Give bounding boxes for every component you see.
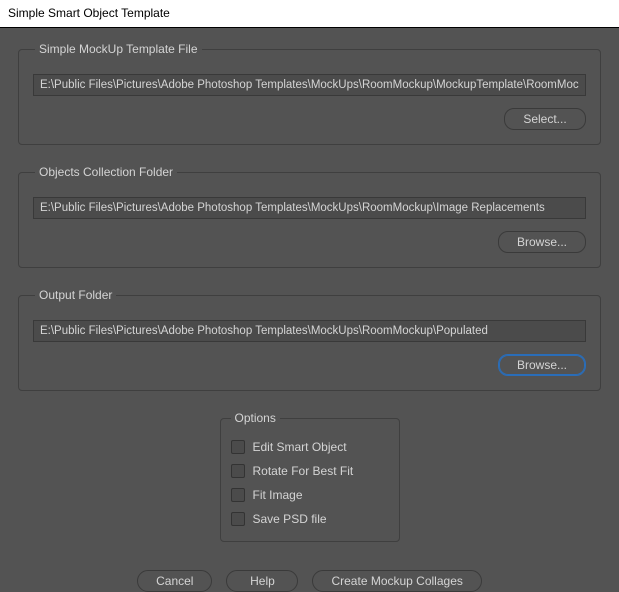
cancel-button[interactable]: Cancel [137, 570, 212, 592]
output-folder-group: Output Folder Browse... [18, 288, 601, 391]
collection-folder-legend: Objects Collection Folder [35, 165, 177, 179]
output-folder-path-input[interactable] [33, 320, 586, 342]
checkbox-save-psd[interactable] [231, 512, 245, 526]
label-rotate-best-fit[interactable]: Rotate For Best Fit [253, 464, 354, 478]
template-file-group: Simple MockUp Template File Select... [18, 42, 601, 145]
collection-folder-group: Objects Collection Folder Browse... [18, 165, 601, 268]
label-edit-smart-object[interactable]: Edit Smart Object [253, 440, 347, 454]
create-mockup-collages-button[interactable]: Create Mockup Collages [312, 570, 481, 592]
options-group: Options Edit Smart Object Rotate For Bes… [220, 411, 400, 542]
browse-collection-button[interactable]: Browse... [498, 231, 586, 253]
checkbox-fit-image[interactable] [231, 488, 245, 502]
dialog-content: Simple MockUp Template File Select... Ob… [0, 28, 619, 590]
output-button-row: Browse... [33, 354, 586, 376]
dialog-window: Simple Smart Object Template Simple Mock… [0, 0, 619, 590]
window-title: Simple Smart Object Template [8, 6, 170, 20]
option-row-rotate-best-fit: Rotate For Best Fit [231, 459, 389, 483]
checkbox-edit-smart-object[interactable] [231, 440, 245, 454]
option-row-save-psd: Save PSD file [231, 507, 389, 531]
label-fit-image[interactable]: Fit Image [253, 488, 303, 502]
option-row-fit-image: Fit Image [231, 483, 389, 507]
template-file-path-input[interactable] [33, 74, 586, 96]
help-button[interactable]: Help [226, 570, 298, 592]
bottom-button-row: Cancel Help Create Mockup Collages [18, 570, 601, 592]
browse-output-button[interactable]: Browse... [498, 354, 586, 376]
output-folder-legend: Output Folder [35, 288, 116, 302]
options-legend: Options [231, 411, 280, 425]
titlebar: Simple Smart Object Template [0, 0, 619, 28]
option-row-edit-smart-object: Edit Smart Object [231, 435, 389, 459]
collection-button-row: Browse... [33, 231, 586, 253]
template-file-legend: Simple MockUp Template File [35, 42, 202, 56]
select-template-button[interactable]: Select... [504, 108, 586, 130]
collection-folder-path-input[interactable] [33, 197, 586, 219]
template-button-row: Select... [33, 108, 586, 130]
label-save-psd[interactable]: Save PSD file [253, 512, 327, 526]
checkbox-rotate-best-fit[interactable] [231, 464, 245, 478]
